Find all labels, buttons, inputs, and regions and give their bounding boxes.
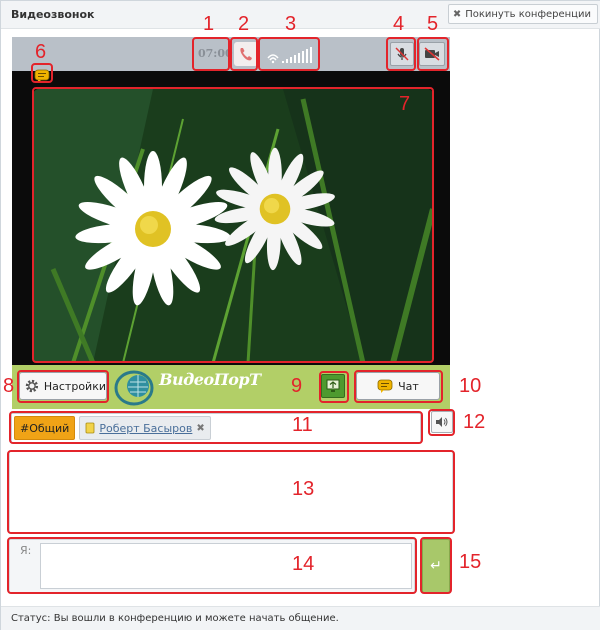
callout-number: 14 [292, 553, 315, 575]
globe-icon [114, 370, 154, 406]
callout-box-tabs [9, 411, 423, 444]
callout-number: 15 [459, 551, 482, 573]
callout-number: 6 [35, 41, 47, 63]
callout-number: 3 [285, 13, 297, 35]
videoport-logo: ВидеоПорТ [114, 368, 261, 406]
window-title: Видеозвонок [11, 8, 95, 21]
callout-box-messages [7, 450, 455, 534]
callout-box-timer [192, 37, 230, 71]
callout-box-chat-indicator [31, 63, 53, 83]
callout-box-sound [428, 409, 455, 436]
callout-number: 5 [427, 13, 439, 35]
logo-text: ВидеоПорТ [159, 370, 261, 389]
close-icon: ✖ [452, 8, 462, 20]
callout-box-signal [258, 37, 320, 71]
callout-box-hangup [230, 37, 258, 71]
callout-box-mic [386, 37, 416, 71]
callout-box-send [420, 537, 452, 594]
status-bar: Статус: Вы вошли в конференцию и можете … [1, 606, 600, 630]
callout-number: 8 [3, 375, 15, 397]
callout-box-camera [417, 37, 449, 71]
callout-box-video [32, 87, 434, 363]
leave-conference-button[interactable]: ✖ Покинуть конференции [447, 4, 598, 24]
callout-number: 1 [203, 13, 215, 35]
callout-number: 10 [459, 375, 482, 397]
callout-box-screen-share [319, 371, 349, 403]
callout-number: 7 [399, 93, 411, 115]
callout-box-chat [354, 370, 443, 403]
callout-number: 11 [292, 414, 313, 436]
callout-box-input [7, 537, 417, 594]
status-text: Статус: Вы вошли в конференцию и можете … [11, 613, 339, 624]
title-bar: Видеозвонок ✖ Покинуть конференции [1, 1, 600, 29]
leave-conference-label: Покинуть конференции [465, 8, 591, 20]
callout-number: 13 [292, 478, 315, 500]
callout-number: 12 [463, 411, 486, 433]
video-call-window: Видеозвонок ✖ Покинуть конференции 07:00 [0, 0, 600, 630]
callout-box-settings [17, 370, 109, 403]
callout-number: 9 [291, 375, 303, 397]
callout-number: 2 [238, 13, 250, 35]
callout-number: 4 [393, 13, 405, 35]
